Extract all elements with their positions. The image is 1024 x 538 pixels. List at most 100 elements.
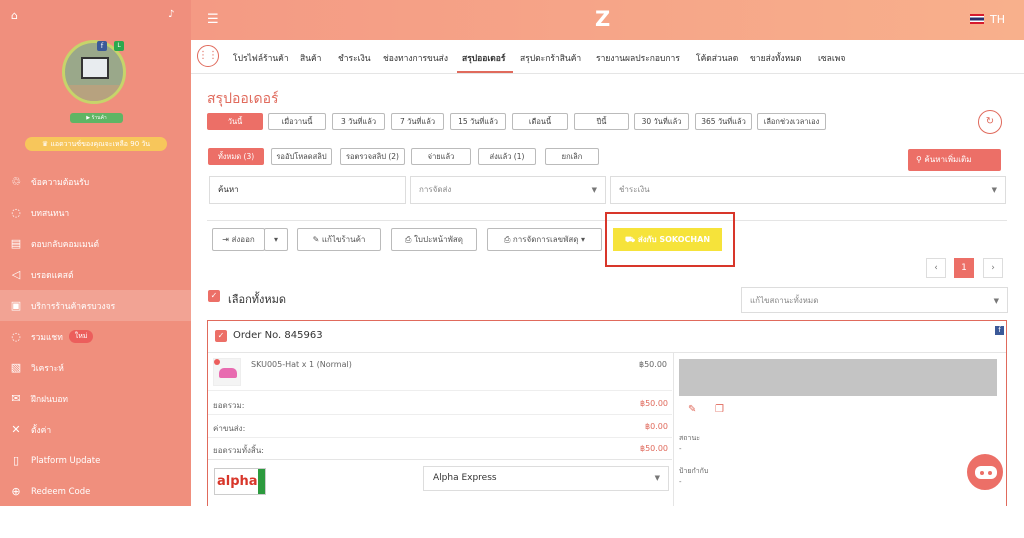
- date-filter-chip[interactable]: 365 วันที่แล้ว: [695, 113, 752, 130]
- date-filter-chip[interactable]: วันนี้: [207, 113, 263, 130]
- sidebar-item-label: ตอบกลับคอมเมนต์: [31, 239, 100, 250]
- status-filter-chip[interactable]: ยกเลิก: [545, 148, 599, 165]
- next-page-button[interactable]: ›: [983, 258, 1003, 278]
- tab[interactable]: สรุปตะกร้าสินค้า: [520, 51, 581, 65]
- product-thumbnail: [213, 358, 241, 386]
- status-filter-chip[interactable]: จ่ายแล้ว: [411, 148, 471, 165]
- bell-icon[interactable]: ♪: [168, 9, 174, 20]
- sidebar-item[interactable]: ? ช่วยเหลือ: [0, 507, 191, 538]
- search-input[interactable]: ค้นหา: [209, 176, 406, 204]
- current-page-button[interactable]: 1: [954, 258, 974, 278]
- tag-label: ป้ายกำกับ: [679, 467, 709, 475]
- sidebar-item[interactable]: ⊕ Redeem Code: [0, 476, 191, 507]
- app-logo[interactable]: Z: [595, 7, 610, 31]
- sidebar-item-label: วิเคราะห์: [31, 363, 64, 374]
- sidebar-item-label: ข้อความต้อนรับ: [31, 177, 90, 188]
- status-filter-chip[interactable]: รออัปโหลดสลิป: [271, 148, 332, 165]
- status-label: สถานะ: [679, 434, 700, 442]
- help-icon: ?: [13, 516, 19, 529]
- search-icon: ⚲: [916, 155, 922, 164]
- highlight-box: [605, 212, 735, 267]
- date-filter-chip[interactable]: 15 วันที่แล้ว: [450, 113, 506, 130]
- date-filter-chip[interactable]: เมื่อวานนี้: [268, 113, 326, 130]
- bulk-status-select[interactable]: แก้ไขสถานะทั้งหมด ▼: [741, 287, 1008, 313]
- printer-icon: ⎙: [503, 235, 511, 244]
- sidebar-item[interactable]: ▣ บริการร้านค้าครบวงจร: [0, 290, 191, 321]
- chevron-down-icon: ▼: [654, 474, 660, 482]
- facebook-icon: f: [995, 326, 1004, 335]
- shop-tabs: ⋮⋮ โปรไฟล์ร้านค้า สินค้า ชำระเงิน ช่องทางกา…: [191, 40, 1024, 74]
- export-dropdown-button[interactable]: ▾: [264, 228, 288, 251]
- copy-icon[interactable]: ❐: [715, 404, 724, 415]
- prev-page-button[interactable]: ‹: [926, 258, 946, 278]
- sidebar-item[interactable]: ◁ บรอดแคสต์: [0, 259, 191, 290]
- caret-down-icon: ▾: [273, 235, 278, 244]
- date-filter-chip[interactable]: ปีนี้: [574, 113, 629, 130]
- sidebar-item-label: ช่วยเหลือ: [31, 518, 66, 529]
- tab[interactable]: สินค้า: [300, 51, 321, 65]
- status-filter-chip[interactable]: ส่งแล้ว (1): [478, 148, 536, 165]
- home-icon[interactable]: ⌂: [11, 9, 18, 22]
- date-filter-chip[interactable]: 30 วันที่แล้ว: [634, 113, 689, 130]
- sidebar-item[interactable]: ▤ ตอบกลับคอมเมนต์: [0, 228, 191, 259]
- hamburger-menu-icon[interactable]: ☰: [207, 12, 219, 27]
- chevron-down-icon: ▼: [993, 297, 999, 305]
- courier-value: Alpha Express: [433, 473, 497, 483]
- date-filter-chip[interactable]: เดือนนี้: [512, 113, 568, 130]
- tab[interactable]: ขายส่งทั้งหมด: [750, 51, 801, 65]
- divider: [208, 437, 672, 438]
- promo-banner[interactable]: ♛ แอดวานซ์ของคุณจะเหลือ 90 วัน: [25, 137, 167, 151]
- sidebar-item[interactable]: ◌ รวมแชท ใหม่: [0, 321, 191, 352]
- tab[interactable]: สรุปออเดอร์: [462, 51, 505, 65]
- status-filter-chip[interactable]: รอตรวจสลิป (2): [340, 148, 405, 165]
- export-button[interactable]: ⇥ ส่งออก: [212, 228, 265, 251]
- date-filter-chip[interactable]: 3 วันที่แล้ว: [332, 113, 385, 130]
- tab[interactable]: ชำระเงิน: [338, 51, 371, 65]
- tab[interactable]: โค้ดส่วนลด: [696, 51, 738, 65]
- sidebar-menu: ♲ ข้อความต้อนรับ ◌ บทสนทนา ▤ ตอบกลับคอมเมนต์ ◁…: [0, 166, 191, 538]
- tab[interactable]: เซลเพจ: [818, 51, 845, 65]
- payment-select[interactable]: ชำระเงิน ▼: [610, 176, 1006, 204]
- tab[interactable]: รายงานผลประกอบการ: [596, 51, 680, 65]
- subtotal-label: ยอดรวม:: [213, 401, 245, 410]
- tag-value: -: [679, 478, 682, 486]
- date-filter-chip[interactable]: เลือกช่วงเวลาเอง: [757, 113, 826, 130]
- pencil-icon[interactable]: ✎: [688, 404, 696, 415]
- grid-menu-icon[interactable]: ⋮⋮: [197, 45, 219, 67]
- status-filter-chip[interactable]: ทั้งหมด (3): [208, 148, 264, 165]
- sidebar-item[interactable]: ♲ ข้อความต้อนรับ: [0, 166, 191, 197]
- line-icon[interactable]: L: [114, 41, 124, 51]
- sidebar-item[interactable]: ▧ วิเคราะห์: [0, 352, 191, 383]
- update-icon: ▯: [12, 454, 20, 467]
- top-bar: ☰ Z TH: [191, 0, 1024, 40]
- shipping-value: ฿0.00: [645, 422, 668, 431]
- shipping-label: ค่าขนส่ง:: [213, 424, 246, 433]
- order-checkbox[interactable]: ✓: [215, 330, 227, 342]
- sidebar-item[interactable]: ▯ Platform Update: [0, 445, 191, 476]
- refresh-icon[interactable]: ↻: [978, 110, 1002, 134]
- tracking-menu-button[interactable]: ⎙ การจัดการเลขพัสดุ ▾: [487, 228, 602, 251]
- sidebar-item[interactable]: ✉ ฝึกฝนบอท: [0, 383, 191, 414]
- pencil-icon: ✎: [312, 235, 320, 244]
- tab[interactable]: โปรไฟล์ร้านค้า: [233, 51, 289, 65]
- tracking-label: การจัดการเลขพัสดุ: [512, 235, 579, 244]
- advanced-search-button[interactable]: ⚲ ค้นหาเพิ่มเติม: [908, 149, 1001, 171]
- sidebar-item[interactable]: ◌ บทสนทนา: [0, 197, 191, 228]
- courier-select[interactable]: Alpha Express ▼: [423, 466, 669, 491]
- cover-page-button[interactable]: ⎙ ใบปะหน้าพัสดุ: [391, 228, 477, 251]
- chatbot-robot-icon[interactable]: [965, 452, 1005, 492]
- thai-flag-icon[interactable]: [970, 14, 984, 24]
- advanced-search-label: ค้นหาเพิ่มเติม: [924, 155, 972, 164]
- language-label[interactable]: TH: [990, 13, 1005, 26]
- customer-info-placeholder: [679, 359, 997, 396]
- shipping-select[interactable]: การจัดส่ง ▼: [410, 176, 606, 204]
- facebook-icon[interactable]: f: [97, 41, 107, 51]
- shop-status-button[interactable]: ▶ ร้านค้า: [70, 113, 123, 123]
- date-filter-chip[interactable]: 7 วันที่แล้ว: [391, 113, 444, 130]
- sidebar-item[interactable]: ✕ ตั้งค่า: [0, 414, 191, 445]
- select-all-checkbox[interactable]: ✓: [208, 290, 220, 302]
- tab[interactable]: ช่องทางการขนส่ง: [383, 51, 448, 65]
- divider: [208, 390, 672, 391]
- subtotal-value: ฿50.00: [640, 399, 668, 408]
- edit-shop-button[interactable]: ✎ แก้ไขร้านค้า: [297, 228, 381, 251]
